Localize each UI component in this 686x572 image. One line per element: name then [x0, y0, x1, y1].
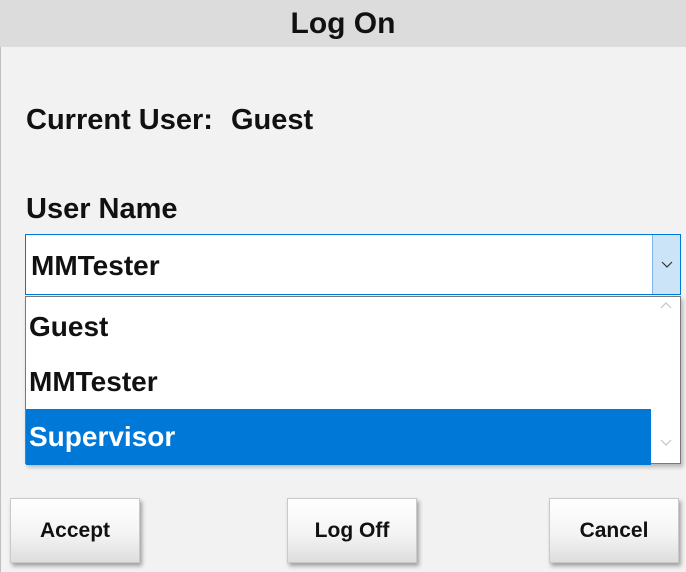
- scroll-up-button[interactable]: [652, 301, 680, 321]
- current-user-row: Current User: Guest: [26, 104, 313, 137]
- chevron-down-icon: [661, 261, 672, 268]
- current-user-value: Guest: [230, 104, 314, 136]
- dialog-title: Log On: [0, 0, 686, 47]
- chevron-down-icon: [660, 439, 672, 446]
- dropdown-option-guest[interactable]: Guest: [26, 299, 651, 355]
- cancel-button[interactable]: Cancel: [549, 498, 679, 563]
- dropdown-arrow-button[interactable]: [652, 235, 680, 294]
- dropdown-option-supervisor[interactable]: Supervisor: [26, 409, 651, 465]
- current-user-label: Current User:: [26, 104, 213, 136]
- chevron-up-icon: [660, 302, 672, 309]
- username-dropdown-list[interactable]: Guest MMTester Supervisor: [25, 296, 681, 465]
- log-off-button[interactable]: Log Off: [287, 498, 417, 563]
- username-label: User Name: [26, 193, 178, 225]
- dropdown-scrollbar[interactable]: [652, 297, 680, 463]
- scroll-down-button[interactable]: [652, 439, 680, 459]
- accept-button[interactable]: Accept: [10, 498, 140, 563]
- dropdown-option-mmtester[interactable]: MMTester: [26, 354, 651, 410]
- username-combobox[interactable]: MMTester: [25, 234, 681, 295]
- left-border: [0, 47, 1, 572]
- username-selected-value: MMTester: [31, 250, 160, 281]
